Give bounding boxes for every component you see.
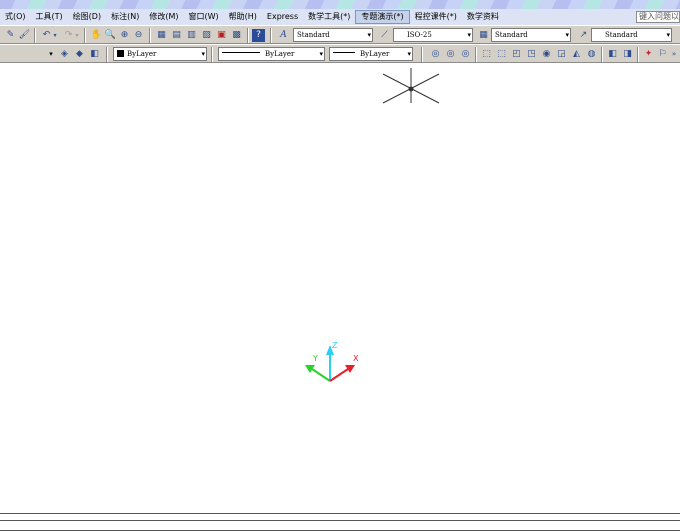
chevron-down-icon: ▾ (201, 50, 205, 58)
chevron-down-icon: ▾ (319, 50, 323, 58)
y-axis-line (311, 368, 331, 382)
model-space: Z Y X (305, 68, 440, 382)
zoom-window-icon[interactable]: ⊕ (118, 29, 131, 42)
extrude-icon[interactable]: ⬚ (480, 48, 493, 61)
linetype-select[interactable]: ByLayer ▾ (218, 47, 325, 61)
layer-dropdown-icon[interactable]: ▾ (47, 48, 55, 61)
menu-dimension[interactable]: 标注(N) (106, 9, 144, 25)
menu-bar: 式(O) 工具(T) 绘图(D) 标注(N) 修改(M) 窗口(W) 帮助(H)… (0, 9, 680, 25)
table-style-select[interactable]: Standard ▾ (491, 28, 571, 42)
toolbar-separator (637, 47, 639, 62)
y-axis-label: Y (312, 354, 318, 363)
chevron-down-icon: ▾ (467, 31, 471, 39)
color-swatch (117, 50, 124, 57)
dim-style-select[interactable]: ISO-25 ▾ (393, 28, 473, 42)
toolbar-separator (475, 47, 477, 62)
toolbar-separator (421, 47, 423, 62)
toolbar-separator (84, 28, 86, 43)
calculator-icon[interactable]: ▩ (230, 29, 243, 42)
union-icon[interactable]: ◎ (429, 48, 442, 61)
slice-icon[interactable]: ◧ (606, 48, 619, 61)
x-axis-label: X (353, 354, 359, 363)
divider (0, 530, 680, 531)
toolbar-separator (106, 47, 108, 62)
x-axis-line (329, 368, 349, 382)
multileader-style-icon[interactable]: ↗ (577, 29, 590, 42)
markup-icon[interactable]: ▣ (215, 29, 228, 42)
toolbar-separator (601, 47, 603, 62)
make-current-layer-icon[interactable]: ◧ (88, 48, 101, 61)
box-icon[interactable]: ◰ (510, 48, 523, 61)
chevron-down-icon: ▾ (666, 31, 670, 39)
section-icon[interactable]: ◨ (621, 48, 634, 61)
undo-dropdown-icon[interactable]: ▾ (52, 29, 58, 42)
sphere-icon[interactable]: ◉ (540, 48, 553, 61)
lineweight-preview (333, 52, 355, 53)
text-style-select[interactable]: Standard ▾ (293, 28, 373, 42)
pan-icon[interactable]: ✋ (90, 29, 103, 42)
properties-toolbar: ▾ ◈ ◆ ◧ ByLayer ▾ ByLayer ▾ ByLayer ▾ ◎ ◎ ◎… (0, 44, 680, 63)
color-select[interactable]: ByLayer ▾ (113, 47, 207, 61)
divider (0, 520, 680, 521)
tool-palettes-icon[interactable]: ▥ (185, 29, 198, 42)
menu-express[interactable]: Express (262, 9, 303, 25)
toolbar-overflow-icon[interactable]: » (669, 48, 679, 61)
multileader-style-select[interactable]: Standard ▾ (591, 28, 672, 42)
drawing-canvas[interactable]: Z Y X (0, 63, 680, 511)
menu-tools[interactable]: 工具(T) (31, 9, 68, 25)
linetype-preview (222, 52, 260, 53)
toolbar-separator (149, 28, 151, 43)
menu-modify[interactable]: 修改(M) (144, 9, 183, 25)
ucs-icon: Z Y X (305, 341, 359, 382)
command-window[interactable] (0, 511, 680, 532)
text-style-icon[interactable]: A (277, 29, 290, 42)
chevron-down-icon: ▾ (407, 50, 411, 58)
help-icon[interactable]: ? (252, 29, 265, 42)
design-center-icon[interactable]: ▤ (170, 29, 183, 42)
chevron-down-icon: ▾ (367, 31, 371, 39)
menu-math-materials[interactable]: 数学资料 (462, 9, 504, 25)
toolbar-separator (247, 28, 249, 43)
cone-icon[interactable]: ◭ (570, 48, 583, 61)
cylinder-icon[interactable]: ◲ (555, 48, 568, 61)
torus-icon[interactable]: ◍ (585, 48, 598, 61)
pencil-icon[interactable]: ✎ (4, 29, 17, 42)
toolbar-separator (211, 47, 213, 62)
subtract-icon[interactable]: ◎ (444, 48, 457, 61)
materials-icon[interactable]: ⚐ (656, 48, 669, 61)
menu-format[interactable]: 式(O) (0, 9, 31, 25)
match-properties-icon[interactable]: 🖌 (18, 29, 31, 42)
intersect-icon[interactable]: ◎ (459, 48, 472, 61)
toolbar-separator (34, 28, 36, 43)
menu-courseware[interactable]: 程控课件(*) (410, 9, 462, 25)
zoom-realtime-icon[interactable]: 🔍 (104, 29, 117, 42)
properties-icon[interactable]: ▦ (155, 29, 168, 42)
wedge-icon[interactable]: ◳ (525, 48, 538, 61)
z-axis-label: Z (332, 341, 338, 350)
zoom-previous-icon[interactable]: ⊖ (132, 29, 145, 42)
menu-math-tools[interactable]: 数学工具(*) (303, 9, 355, 25)
menu-window[interactable]: 窗口(W) (183, 9, 223, 25)
sheet-set-icon[interactable]: ▧ (200, 29, 213, 42)
menu-topic-demo[interactable]: 专题演示(*) (355, 10, 410, 24)
menu-draw[interactable]: 绘图(D) (68, 9, 106, 25)
crosshair-cursor (382, 68, 440, 104)
layer-states-icon[interactable]: ◆ (73, 48, 86, 61)
redo-dropdown-icon[interactable]: ▾ (74, 29, 80, 42)
divider (0, 513, 680, 514)
menu-help[interactable]: 帮助(H) (224, 9, 262, 25)
render-icon[interactable]: ✦ (642, 48, 655, 61)
help-search-input[interactable]: 键入问题以 (636, 11, 680, 23)
layer-previous-icon[interactable]: ◈ (58, 48, 71, 61)
standard-toolbar: ✎ 🖌 ↶ ▾ ↷ ▾ ✋ 🔍 ⊕ ⊖ ▦ ▤ ▥ ▧ ▣ ▩ ? A Stan… (0, 25, 680, 44)
table-style-icon[interactable]: ▦ (477, 29, 490, 42)
chevron-down-icon: ▾ (565, 31, 569, 39)
lineweight-select[interactable]: ByLayer ▾ (329, 47, 413, 61)
press-pull-icon[interactable]: ⬚ (495, 48, 508, 61)
toolbar-separator (270, 28, 272, 43)
dim-style-icon[interactable]: ⟋ (378, 29, 391, 42)
